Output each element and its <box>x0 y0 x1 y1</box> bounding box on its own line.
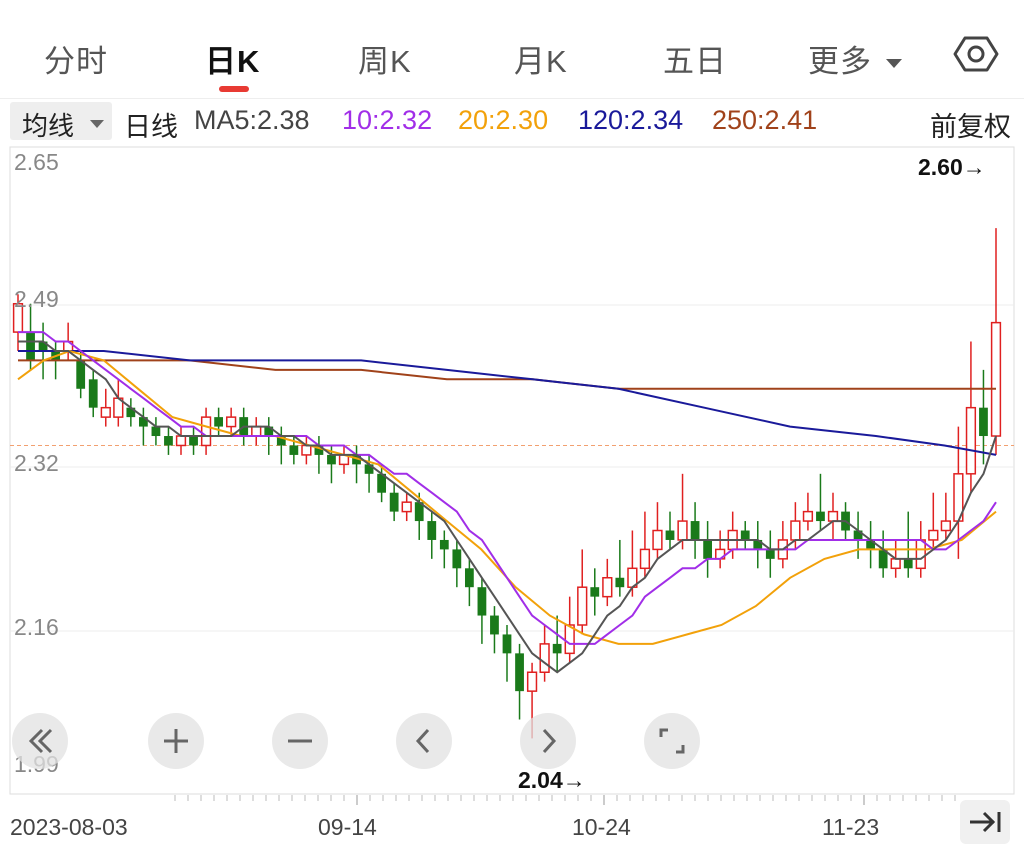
candle-body <box>790 520 801 541</box>
candle-body <box>915 539 926 570</box>
x-axis-label-0: 2023-08-03 <box>10 814 128 840</box>
candle-body <box>639 548 651 570</box>
candle-body <box>802 510 814 522</box>
candle-body <box>76 360 86 389</box>
candle-body <box>990 321 1002 437</box>
candle-body <box>652 529 663 551</box>
ma20-value: 20:2.30 <box>458 105 549 135</box>
tab-five-day[interactable]: 五日 <box>663 36 727 81</box>
candle-body <box>164 436 173 446</box>
scroll-left-button[interactable] <box>396 713 452 769</box>
indicator-select-label: 均线 <box>22 111 75 141</box>
adjust-mode-toggle[interactable]: 前复权 <box>930 105 1011 144</box>
candle-body <box>677 520 688 541</box>
candle-body <box>151 426 161 437</box>
y-axis-label-low: 2.16 <box>14 614 59 640</box>
candle-body <box>226 416 237 428</box>
tab-weekly-k[interactable]: 周K <box>358 36 412 81</box>
candle-body <box>289 445 299 455</box>
ma120-value: 120:2.34 <box>578 105 684 135</box>
zoom-fast-back-button[interactable] <box>12 713 68 769</box>
candle-body <box>690 521 700 540</box>
candle-body <box>816 511 825 522</box>
candle-body <box>452 549 462 569</box>
tab-intraday[interactable]: 分时 <box>44 36 108 81</box>
candle-body <box>301 444 312 456</box>
fullscreen-button[interactable] <box>644 713 700 769</box>
indicator-select[interactable]: 均线 <box>10 102 112 141</box>
candle-body <box>539 643 550 673</box>
caret-down-icon <box>90 120 104 128</box>
x-axis-label-3: 11-23 <box>822 814 879 840</box>
candle-body <box>464 568 474 588</box>
candle-body <box>577 586 588 626</box>
candle-body <box>703 539 713 559</box>
candle-body <box>427 521 437 540</box>
period-label: 日线 <box>124 112 178 142</box>
candle-body <box>928 529 939 541</box>
chevron-down-icon <box>885 59 902 69</box>
candle-body <box>175 435 187 447</box>
ma10-value: 10:2.32 <box>342 105 433 135</box>
candle-body <box>189 436 198 446</box>
candle-body <box>615 577 625 588</box>
ma250-value: 250:2.41 <box>712 105 818 135</box>
x-axis-label-2: 10-24 <box>572 814 631 840</box>
candle-body <box>665 530 675 540</box>
candle-body <box>502 634 512 654</box>
candle-body <box>490 615 499 635</box>
y-axis-label-mid: 2.32 <box>14 450 59 476</box>
tab-more-label: 更多 <box>808 44 872 79</box>
candle-body <box>88 379 98 408</box>
candle-body <box>389 492 399 512</box>
high-price-marker: 2.60→ <box>918 154 986 180</box>
candle-body <box>100 406 111 418</box>
candle-body <box>602 577 613 598</box>
candle-body <box>765 549 775 559</box>
tab-monthly-k[interactable]: 月K <box>514 36 568 81</box>
tab-more[interactable]: 更多 <box>808 36 902 81</box>
x-axis-ticks <box>174 795 956 805</box>
candle-body <box>477 587 487 616</box>
zoom-in-button[interactable] <box>148 713 204 769</box>
candle-body <box>979 407 988 437</box>
candle-body <box>590 587 600 597</box>
candle-body <box>26 332 35 361</box>
candle-body <box>965 406 977 475</box>
candle-body <box>552 643 562 654</box>
candle-body <box>890 558 901 570</box>
active-tab-indicator <box>219 86 249 92</box>
period-tab-bar: 分时 日K 周K 月K 五日 更多 <box>0 0 1024 98</box>
candle-body <box>327 454 336 465</box>
candle-body <box>740 530 750 540</box>
candle-body <box>940 520 951 532</box>
tab-daily-k[interactable]: 日K <box>205 36 260 81</box>
candle-body <box>526 671 538 692</box>
candle-body <box>214 417 224 427</box>
y-axis-label-top: 2.65 <box>14 149 59 175</box>
candle-body <box>200 416 212 447</box>
candle-body <box>251 425 262 437</box>
candle-body <box>401 501 412 513</box>
candle-body <box>903 558 913 569</box>
candle-body <box>515 653 524 692</box>
go-to-latest-button[interactable] <box>960 800 1010 844</box>
zoom-out-button[interactable] <box>272 713 328 769</box>
x-axis-label-1: 09-14 <box>318 814 377 840</box>
low-price-marker: 2.04→ <box>518 767 586 793</box>
scroll-right-button[interactable] <box>520 713 576 769</box>
candle-body <box>439 539 449 550</box>
ma5-value: MA5:2.38 <box>194 105 310 135</box>
overlay-price-label: 2.49 <box>14 286 59 312</box>
candle-body <box>827 510 839 522</box>
settings-gear-icon[interactable] <box>952 30 1000 78</box>
